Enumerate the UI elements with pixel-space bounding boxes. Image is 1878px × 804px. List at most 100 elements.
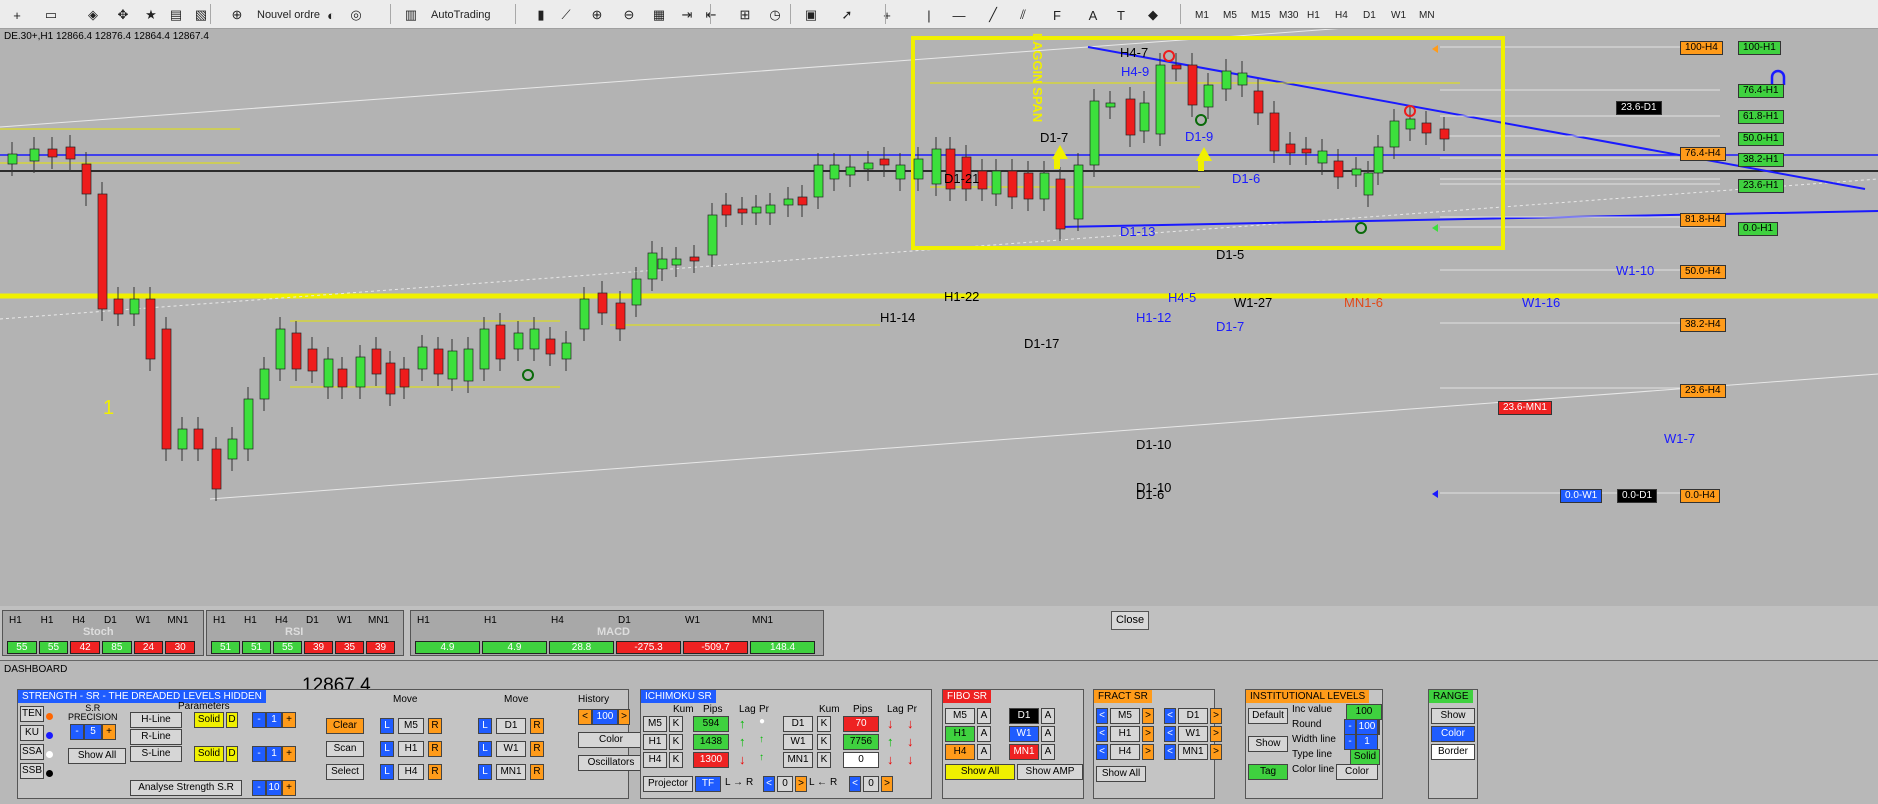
- move-left-button[interactable]: L: [478, 741, 492, 757]
- side-ssb-button[interactable]: SSB: [20, 763, 44, 779]
- navigator-icon[interactable]: ★: [140, 4, 162, 26]
- ichimoku-k-button[interactable]: K: [817, 716, 831, 732]
- fract-right-button[interactable]: >: [1210, 744, 1222, 760]
- move-right-button[interactable]: R: [428, 741, 442, 757]
- ichimoku-k-button[interactable]: K: [817, 734, 831, 750]
- tf-h1-button[interactable]: H1: [398, 741, 424, 757]
- right-button[interactable]: >: [881, 776, 893, 792]
- channel-icon[interactable]: ⫽: [1012, 4, 1034, 26]
- fibo-a-button[interactable]: A: [977, 708, 991, 724]
- move-left-button[interactable]: L: [478, 764, 492, 780]
- ichimoku-k-button[interactable]: K: [817, 752, 831, 768]
- ichimoku-tf-button[interactable]: MN1: [783, 752, 813, 768]
- side-ku-button[interactable]: KU: [20, 725, 44, 741]
- timeframe-w1[interactable]: W1: [1386, 4, 1411, 26]
- side-ssa-button[interactable]: SSA: [20, 744, 44, 760]
- ichimoku-k-button[interactable]: K: [669, 716, 683, 732]
- price-chart[interactable]: DE.30+,H1 12866.4 12876.4 12864.4 12867.…: [0, 29, 1878, 606]
- fract-tf-button[interactable]: M5: [1110, 708, 1140, 724]
- color-line-button[interactable]: Color: [1336, 764, 1378, 780]
- bar-chart-icon[interactable]: ▥: [400, 4, 422, 26]
- round-decrease-button[interactable]: -: [1344, 719, 1356, 735]
- move-right-button[interactable]: R: [428, 718, 442, 734]
- timeframe-m1[interactable]: M1: [1190, 4, 1214, 26]
- fract-right-button[interactable]: >: [1142, 744, 1154, 760]
- precision-increase-button[interactable]: +: [102, 724, 116, 740]
- fibo-a-button[interactable]: A: [1041, 708, 1055, 724]
- new-order-button[interactable]: Nouvel ordre: [252, 4, 325, 26]
- right-button[interactable]: >: [795, 776, 807, 792]
- move-right-button[interactable]: R: [530, 718, 544, 734]
- tile-icon[interactable]: ▦: [648, 4, 670, 26]
- projector-button[interactable]: Projector: [643, 776, 693, 792]
- tester-icon[interactable]: ▧: [190, 4, 212, 26]
- style-solid-button[interactable]: Solid: [194, 746, 224, 762]
- round-increase-button[interactable]: [1378, 719, 1380, 735]
- range-border-button[interactable]: Border: [1431, 744, 1475, 760]
- width-decrease-button[interactable]: -: [252, 780, 266, 796]
- tf-d1-button[interactable]: D1: [496, 718, 526, 734]
- hline-icon[interactable]: —: [948, 4, 970, 26]
- inst-show-button[interactable]: Show: [1248, 736, 1288, 752]
- fibo-a-button[interactable]: A: [977, 726, 991, 742]
- tag-button[interactable]: Tag: [1248, 764, 1288, 780]
- close-button[interactable]: Close: [1111, 611, 1149, 630]
- fibo-a-button[interactable]: A: [1041, 726, 1055, 742]
- fibo-a-button[interactable]: A: [1041, 744, 1055, 760]
- fract-right-button[interactable]: >: [1210, 708, 1222, 724]
- candle-chart-icon[interactable]: ▮: [530, 4, 552, 26]
- period-icon[interactable]: ◷: [764, 4, 786, 26]
- tf-m5-button[interactable]: M5: [398, 718, 424, 734]
- indicators-icon[interactable]: ⊞: [734, 4, 756, 26]
- fract-tf-button[interactable]: D1: [1178, 708, 1208, 724]
- new-order-icon[interactable]: ⊕: [226, 4, 248, 26]
- trendline-icon[interactable]: ╱: [982, 4, 1004, 26]
- fract-right-button[interactable]: >: [1142, 708, 1154, 724]
- fract-right-button[interactable]: >: [1210, 726, 1222, 742]
- fibo-tf-button[interactable]: M5: [945, 708, 975, 724]
- terminal-icon[interactable]: ▤: [165, 4, 187, 26]
- tf-button[interactable]: TF: [695, 776, 721, 792]
- width-decrease-button[interactable]: -: [252, 712, 266, 728]
- crosshair-icon[interactable]: ◈: [82, 4, 104, 26]
- ichimoku-k-button[interactable]: K: [669, 752, 683, 768]
- fract-tf-button[interactable]: MN1: [1178, 744, 1208, 760]
- tf-h4-button[interactable]: H4: [398, 764, 424, 780]
- ichimoku-tf-button[interactable]: W1: [783, 734, 813, 750]
- templates-icon[interactable]: ▣: [800, 4, 822, 26]
- width-decrease-button[interactable]: -: [252, 746, 266, 762]
- timeframe-m15[interactable]: M15: [1246, 4, 1275, 26]
- show-all-button[interactable]: Show All: [68, 748, 126, 764]
- fract-tf-button[interactable]: H4: [1110, 744, 1140, 760]
- timeframe-m30[interactable]: M30: [1274, 4, 1303, 26]
- range-show-button[interactable]: Show: [1431, 708, 1475, 724]
- width-increase-button[interactable]: +: [282, 746, 296, 762]
- ichimoku-tf-button[interactable]: M5: [643, 716, 667, 732]
- default-button[interactable]: Default: [1248, 708, 1288, 724]
- tf-w1-button[interactable]: W1: [496, 741, 526, 757]
- fibo-a-button[interactable]: A: [977, 744, 991, 760]
- h-line-button[interactable]: H-Line: [130, 712, 182, 728]
- fibo-tf-button[interactable]: H1: [945, 726, 975, 742]
- timeframe-d1[interactable]: D1: [1358, 4, 1381, 26]
- history-decrease-button[interactable]: <: [578, 709, 592, 725]
- fibo-icon[interactable]: F: [1046, 4, 1068, 26]
- zoom-out-icon[interactable]: ⊖: [618, 4, 640, 26]
- move-left-button[interactable]: L: [380, 741, 394, 757]
- timeframe-m5[interactable]: M5: [1218, 4, 1242, 26]
- vline-icon[interactable]: |: [918, 4, 940, 26]
- left-button[interactable]: <: [763, 776, 775, 792]
- select-button[interactable]: Select: [326, 764, 364, 780]
- arrows-icon[interactable]: ◆: [1142, 4, 1164, 26]
- fibo-tf-button[interactable]: MN1: [1009, 744, 1039, 760]
- move-right-button[interactable]: R: [530, 764, 544, 780]
- width-line-decrease-button[interactable]: -: [1344, 734, 1356, 750]
- d-toggle-button[interactable]: D: [226, 746, 238, 762]
- fract-tf-button[interactable]: H1: [1110, 726, 1140, 742]
- history-increase-button[interactable]: >: [618, 709, 630, 725]
- ichimoku-tf-button[interactable]: H1: [643, 734, 667, 750]
- move-right-button[interactable]: R: [530, 741, 544, 757]
- oscillators-button[interactable]: Oscillators: [578, 755, 644, 771]
- fract-left-button[interactable]: <: [1164, 708, 1176, 724]
- show-amp-button[interactable]: Show AMP: [1017, 764, 1083, 780]
